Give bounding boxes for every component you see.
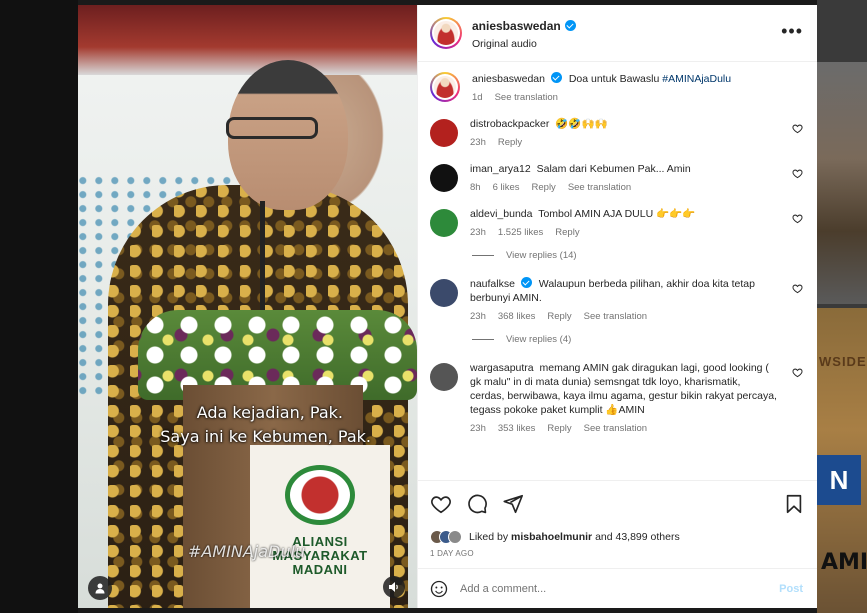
caption-text: Doa untuk Bawaslu [568,73,660,85]
comment-reply-button[interactable]: Reply [547,311,571,322]
verified-badge-icon [564,20,576,31]
video-subtitle-line1: Ada kejadian, Pak. [196,403,343,422]
likes-summary[interactable]: Liked by misbahoelmunir and 43,899 other… [418,526,817,548]
comment-reply-button[interactable]: Reply [498,137,522,148]
comment-item: naufalkse Walaupun berbeda pilihan, akhi… [430,277,805,322]
video-subtitle-line2: Saya ini ke Kebumen, Pak. [160,427,371,446]
background-text: WSIDE [819,354,867,369]
heart-icon[interactable] [792,123,803,134]
background-photo [817,62,867,304]
heart-icon[interactable] [792,213,803,224]
comment-see-translation[interactable]: See translation [568,182,631,193]
bookmark-icon[interactable] [783,493,805,515]
caption-hashtag[interactable]: #AMINAjaDulu [662,73,731,85]
heart-icon[interactable] [792,168,803,179]
post-video[interactable]: ALIANSI MASYARAKAT MADANI Ada kejadian, … [78,5,417,608]
comment-text: Tombol AMIN AJA DULU 👉👉👉 [538,208,696,220]
heart-icon[interactable] [430,493,452,515]
podium-text-line3: MADANI [292,562,348,577]
comment-item: aldevi_bunda Tombol AMIN AJA DULU 👉👉👉 23… [430,207,805,238]
podium-logo [285,465,355,525]
verified-badge-icon [550,72,562,83]
comment-time: 8h [470,182,481,193]
comments-container: distrobackpacker 🤣🤣🙌🙌 23h Reply iman_ary… [430,117,805,434]
comment-time: 23h [470,137,486,148]
commenter-username[interactable]: aldevi_bunda [470,208,532,220]
comment-see-translation[interactable]: See translation [584,311,647,322]
audio-toggle-button[interactable] [383,576,405,598]
tagged-user-button[interactable] [88,576,112,600]
comment-text: Salam dari Kebumen Pak... Amin [536,163,691,175]
comment-likes[interactable]: 353 likes [498,423,536,434]
liked-by-user[interactable]: misbahoelmunir [511,531,592,543]
post-date: 1 DAY AGO [430,549,474,558]
comment-see-translation[interactable]: See translation [584,423,647,434]
caption-time: 1d [472,92,483,103]
comment-icon[interactable] [466,493,488,515]
heart-icon[interactable] [792,367,803,378]
background-word: AMIN [821,550,867,575]
commenter-username[interactable]: wargasaputra [470,362,534,374]
comment-likes[interactable]: 1.525 likes [498,227,543,238]
comment-time: 23h [470,311,486,322]
person-icon [95,583,105,594]
comment-item: wargasaputra memang AMIN gak diragukan l… [430,361,805,434]
liker-avatars [430,530,462,544]
likes-text[interactable]: Liked by misbahoelmunir and 43,899 other… [469,531,680,543]
comments-list[interactable]: aniesbaswedan Doa untuk Bawaslu #AMINAja… [418,62,817,480]
liked-by-label: Liked by [469,531,509,543]
action-bar [418,480,817,526]
comment-input[interactable] [460,582,740,595]
post-side-panel: aniesbaswedan Original audio ••• aniesba… [417,5,817,608]
comment-time: 23h [470,227,486,238]
heart-icon[interactable] [792,283,803,294]
add-comment-bar: Post [418,568,817,608]
commenter-avatar[interactable] [430,164,458,192]
liked-by-others[interactable]: and 43,899 others [595,531,680,543]
comment-reply-button[interactable]: Reply [547,423,571,434]
commenter-avatar[interactable] [430,279,458,307]
caption-see-translation[interactable]: See translation [495,92,558,103]
commenter-username[interactable]: distrobackpacker [470,118,549,130]
comment-item: iman_arya12 Salam dari Kebumen Pak... Am… [430,162,805,193]
commenter-avatar[interactable] [430,119,458,147]
comment-likes[interactable]: 368 likes [498,311,536,322]
verified-badge-icon [520,277,532,288]
comment-item: distrobackpacker 🤣🤣🙌🙌 23h Reply [430,117,805,148]
post-modal: ALIANSI MASYARAKAT MADANI Ada kejadian, … [78,5,817,608]
more-options-icon[interactable]: ••• [781,22,803,40]
post-caption: aniesbaswedan Doa untuk Bawaslu #AMINAja… [430,72,805,103]
speaker-glasses [226,117,318,139]
author-username[interactable]: aniesbaswedan [472,19,561,33]
backdrop-right[interactable]: WSIDE N AMIN [817,0,867,613]
video-backdrop-banner [78,5,417,75]
speaker-icon [389,582,398,592]
background-badge: N [817,455,861,505]
post-header: aniesbaswedan Original audio ••• [418,5,817,62]
author-avatar[interactable] [430,17,462,49]
share-icon[interactable] [502,493,524,515]
commenter-username[interactable]: iman_arya12 [470,163,531,175]
comment-time: 23h [470,423,486,434]
commenter-username[interactable]: naufalkse [470,278,515,290]
emoji-icon[interactable] [430,580,448,598]
commenter-avatar[interactable] [430,209,458,237]
comment-reply-button[interactable]: Reply [555,227,579,238]
view-replies-button[interactable]: View replies (14) [472,250,805,261]
comment-likes[interactable]: 6 likes [493,182,520,193]
author-username-row[interactable]: aniesbaswedan [472,19,576,33]
audio-label[interactable]: Original audio [472,38,576,50]
backdrop-left[interactable] [0,0,78,613]
caption-author-avatar[interactable] [430,72,460,102]
comment-reply-button[interactable]: Reply [532,182,556,193]
commenter-avatar[interactable] [430,363,458,391]
view-replies-button[interactable]: View replies (4) [472,334,805,345]
post-comment-button[interactable]: Post [779,583,803,595]
comment-text: 🤣🤣🙌🙌 [555,118,608,130]
caption-username[interactable]: aniesbaswedan [472,73,545,85]
video-hashtag-overlay: #AMINAjaDulu [188,542,306,561]
